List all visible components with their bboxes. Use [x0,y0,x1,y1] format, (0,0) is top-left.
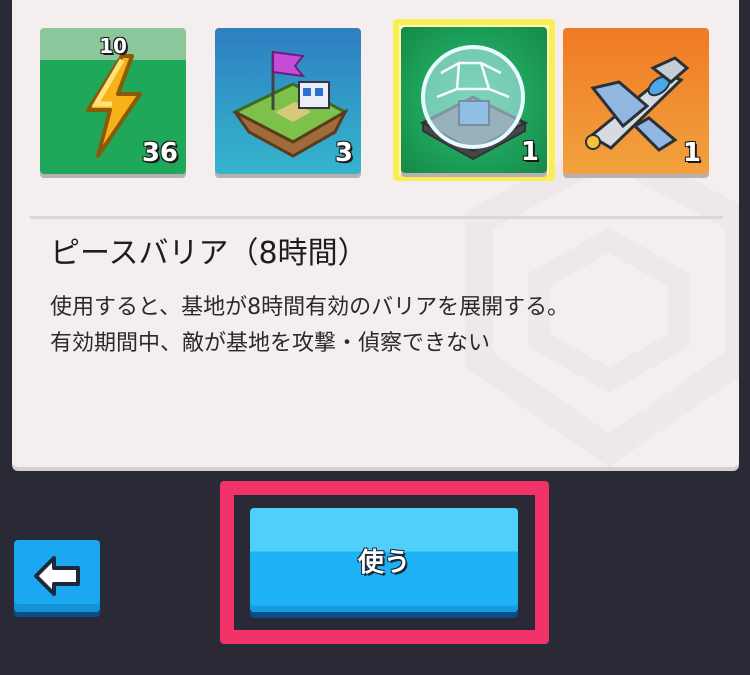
item-detail-panel: 10 36 3 1 1 ピースバリア（8時間） 使用すると、基地が8時間有効のバ… [12,0,739,467]
item-count: 3 [334,138,353,168]
description-line: 使用すると、基地が8時間有効のバリアを展開する。 [50,295,570,320]
divider [30,216,723,219]
arrow-left-icon [34,556,80,596]
item-card-energy[interactable]: 10 36 [40,28,186,174]
item-card-peace-barrier[interactable]: 1 [401,27,547,173]
item-level: 10 [99,34,127,58]
item-title: ピースバリア（8時間） [50,236,368,271]
use-button-label: 使う [357,548,410,578]
description-line: 有効期間中、敵が基地を攻撃・偵察できない [50,331,491,356]
item-card-fighter-jet[interactable]: 1 [563,28,709,174]
item-count: 1 [682,138,701,168]
item-description: 使用すると、基地が8時間有効のバリアを展開する。 有効期間中、敵が基地を攻撃・偵… [50,290,710,362]
item-card-base-island[interactable]: 3 [215,28,361,174]
item-count: 1 [520,137,539,167]
use-button[interactable]: 使う [250,508,518,612]
back-button[interactable] [14,540,100,612]
item-count: 36 [141,138,178,168]
